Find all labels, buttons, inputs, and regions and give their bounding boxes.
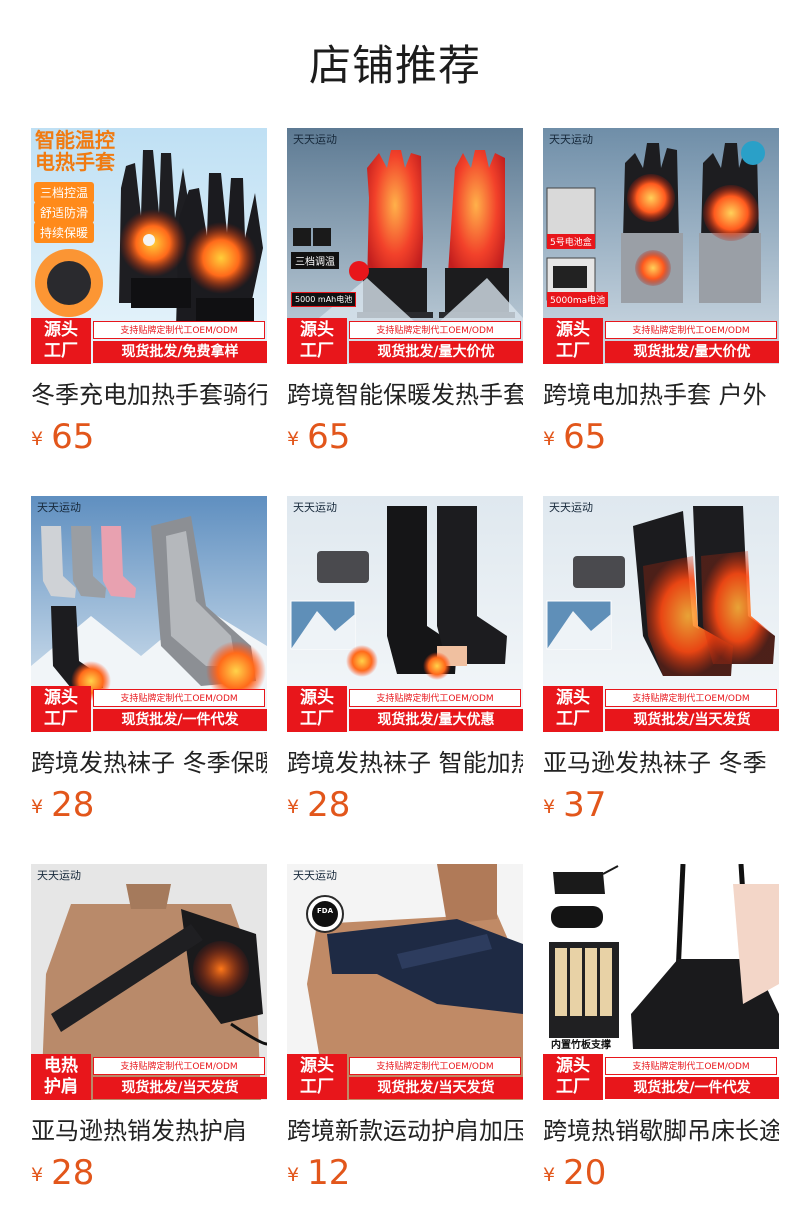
feature-chip: 5号电池盒 [547,234,595,249]
product-price: ¥65 [543,416,606,458]
price-value: 20 [563,1153,607,1193]
badge-top-text: 支持贴牌定制代工OEM/ODM [349,321,521,339]
badge-top-text: 支持贴牌定制代工OEM/ODM [605,321,777,339]
badge-bottom-text: 现货批发/当天发货 [93,1077,267,1099]
product-name[interactable]: 跨境发热袜子 冬季保暖 [31,746,267,780]
badge-left-block: 源头 工厂 [287,1054,347,1100]
fda-badge: FDA [317,907,334,915]
badge-left-block: 源头 工厂 [543,1054,603,1100]
badge-left-block: 源头 工厂 [543,686,603,732]
badge-top-text: 支持贴牌定制代工OEM/ODM [93,1057,265,1075]
price-value: 37 [563,785,607,825]
product-image[interactable]: 内置竹板支撑 源头 工厂 支持贴牌定制代工OEM/ODM 现货批发/一件代发 [543,864,779,1100]
product-name[interactable]: 跨境电加热手套 户外 [543,378,779,412]
feature-chip: 持续保暖 [34,222,95,243]
brand-logo: 天天运动 [293,501,337,514]
brand-logo: 天天运动 [37,501,81,514]
currency-symbol: ¥ [287,428,300,450]
feature-chip: 舒适防滑 [34,202,95,223]
currency-symbol: ¥ [287,1164,300,1186]
badge-bottom-text: 现货批发/量大价优 [605,341,779,363]
price-value: 65 [307,417,351,457]
product-image[interactable]: 智能温控 电热手套 三档控温 舒适防滑 持续保暖 源头 工厂 支持贴牌定制代工O… [31,128,267,364]
badge-top-text: 支持贴牌定制代工OEM/ODM [605,689,777,707]
product-price: ¥20 [543,1152,606,1194]
badge-bottom-text: 现货批发/当天发货 [349,1077,523,1099]
currency-symbol: ¥ [543,428,556,450]
currency-symbol: ¥ [287,796,300,818]
currency-symbol: ¥ [31,428,44,450]
product-name[interactable]: 冬季充电加热手套骑行 [31,378,267,412]
badge-top-text: 支持贴牌定制代工OEM/ODM [93,689,265,707]
product-image[interactable]: 天天运动 源头 工厂 支持贴牌定制代工OEM/ODM 现货批发/量大优惠 [287,496,523,732]
badge-top-text: 支持贴牌定制代工OEM/ODM [93,321,265,339]
brand-logo: 天天运动 [293,869,337,882]
promo-badge: 源头 工厂 支持贴牌定制代工OEM/ODM 现货批发/量大价优 [543,318,779,364]
product-price: ¥65 [287,416,350,458]
badge-left-block: 源头 工厂 [287,686,347,732]
promo-badge: 电热 护肩 支持贴牌定制代工OEM/ODM 现货批发/当天发货 [31,1054,267,1100]
product-image[interactable]: 天天运动 源头 工厂 支持贴牌定制代工OEM/ODM 现货批发/一件代发 [31,496,267,732]
product-price: ¥28 [31,784,94,826]
product-name[interactable]: 跨境新款运动护肩加压 [287,1114,523,1148]
product-price: ¥65 [31,416,94,458]
feature-caption: 内置竹板支撑 [551,1040,611,1051]
badge-left-block: 源头 工厂 [31,686,91,732]
badge-bottom-text: 现货批发/一件代发 [93,709,267,731]
promo-badge: 源头 工厂 支持贴牌定制代工OEM/ODM 现货批发/一件代发 [543,1054,779,1100]
currency-symbol: ¥ [543,1164,556,1186]
promo-badge: 源头 工厂 支持贴牌定制代工OEM/ODM 现货批发/量大优惠 [287,686,523,732]
currency-symbol: ¥ [31,796,44,818]
feature-chip: 5000ma电池 [547,292,609,307]
price-value: 28 [51,785,95,825]
currency-symbol: ¥ [31,1164,44,1186]
price-value: 65 [51,417,95,457]
brand-logo: 天天运动 [37,869,81,882]
badge-bottom-text: 现货批发/当天发货 [605,709,779,731]
product-price: ¥28 [31,1152,94,1194]
promo-badge: 源头 工厂 支持贴牌定制代工OEM/ODM 现货批发/一件代发 [31,686,267,732]
feature-chip: 5000 mAh电池 [291,292,357,307]
overlay-headline: 智能温控 电热手套 [35,130,115,174]
price-value: 65 [563,417,607,457]
badge-bottom-text: 现货批发/量大优惠 [349,709,523,731]
badge-bottom-text: 现货批发/量大价优 [349,341,523,363]
page-title: 店铺推荐 [308,41,481,90]
product-price: ¥37 [543,784,606,826]
product-image[interactable]: 天天运动 源头 工厂 支持贴牌定制代工OEM/ODM 现货批发/当天发货 [543,496,779,732]
price-value: 28 [307,785,351,825]
product-name[interactable]: 跨境发热袜子 智能加热 [287,746,523,780]
feature-chip: 三档调温 [291,252,339,269]
brand-logo: 天天运动 [549,133,593,146]
badge-left-block: 源头 工厂 [543,318,603,364]
product-price: ¥28 [287,784,350,826]
currency-symbol: ¥ [543,796,556,818]
product-name[interactable]: 亚马逊热销发热护肩 [31,1114,267,1148]
product-name[interactable]: 跨境智能保暖发热手套 [287,378,523,412]
price-value: 28 [51,1153,95,1193]
badge-bottom-text: 现货批发/一件代发 [605,1077,779,1099]
badge-left-block: 源头 工厂 [31,318,91,364]
product-name[interactable]: 跨境热销歇脚吊床长途 [543,1114,779,1148]
promo-badge: 源头 工厂 支持贴牌定制代工OEM/ODM 现货批发/当天发货 [287,1054,523,1100]
promo-badge: 源头 工厂 支持贴牌定制代工OEM/ODM 现货批发/免费拿样 [31,318,267,364]
product-name[interactable]: 亚马逊发热袜子 冬季 [543,746,779,780]
badge-top-text: 支持贴牌定制代工OEM/ODM [349,1057,521,1075]
badge-top-text: 支持贴牌定制代工OEM/ODM [349,689,521,707]
badge-left-block: 电热 护肩 [31,1054,91,1100]
brand-logo: 天天运动 [293,133,337,146]
product-image[interactable]: 天天运动 电热 护肩 支持贴牌定制代工OEM/ODM 现货批发/当天发货 [31,864,267,1100]
promo-badge: 源头 工厂 支持贴牌定制代工OEM/ODM 现货批发/量大价优 [287,318,523,364]
price-value: 12 [307,1153,351,1193]
promo-badge: 源头 工厂 支持贴牌定制代工OEM/ODM 现货批发/当天发货 [543,686,779,732]
product-price: ¥12 [287,1152,350,1194]
badge-bottom-text: 现货批发/免费拿样 [93,341,267,363]
product-image[interactable]: 天天运动 FDA 源头 工厂 支持贴牌定制代工OEM/ODM 现货批发/当天发货 [287,864,523,1100]
feature-chip: 三档控温 [34,182,95,203]
badge-top-text: 支持贴牌定制代工OEM/ODM [605,1057,777,1075]
product-image[interactable]: 天天运动 三档调温 5000 mAh电池 源头 工厂 支持贴牌定制代工OEM/O… [287,128,523,364]
badge-left-block: 源头 工厂 [287,318,347,364]
brand-logo: 天天运动 [549,501,593,514]
product-image[interactable]: 天天运动 5号电池盒 5000ma电池 源头 工厂 支持贴牌定制代工OEM/OD… [543,128,779,364]
